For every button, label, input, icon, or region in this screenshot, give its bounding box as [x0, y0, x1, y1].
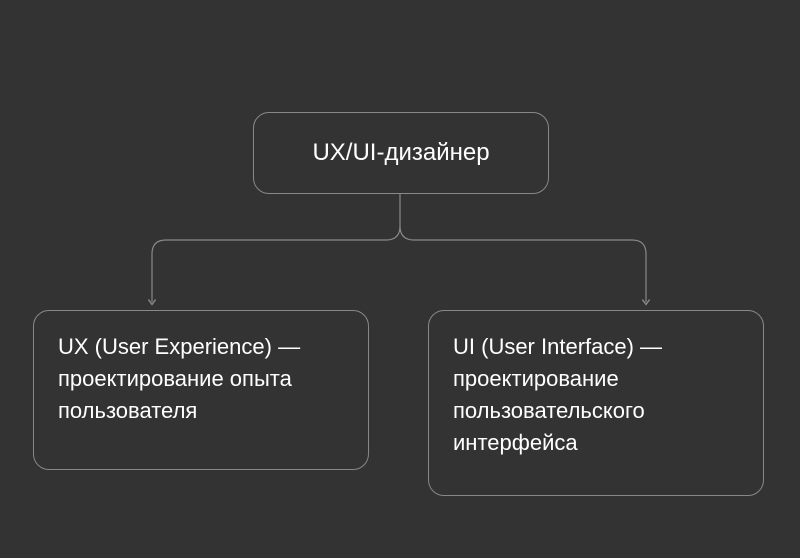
root-node-label: UX/UI-дизайнер — [312, 139, 489, 167]
right-node-label: UI (User Interface) — проектирование пол… — [453, 331, 739, 459]
right-node: UI (User Interface) — проектирование пол… — [428, 310, 764, 496]
root-node: UX/UI-дизайнер — [253, 112, 549, 194]
left-node-label: UX (User Experience) — проектирование оп… — [58, 331, 344, 427]
left-node: UX (User Experience) — проектирование оп… — [33, 310, 369, 470]
diagram-container: UX/UI-дизайнер UX (User Experience) — пр… — [0, 0, 800, 558]
